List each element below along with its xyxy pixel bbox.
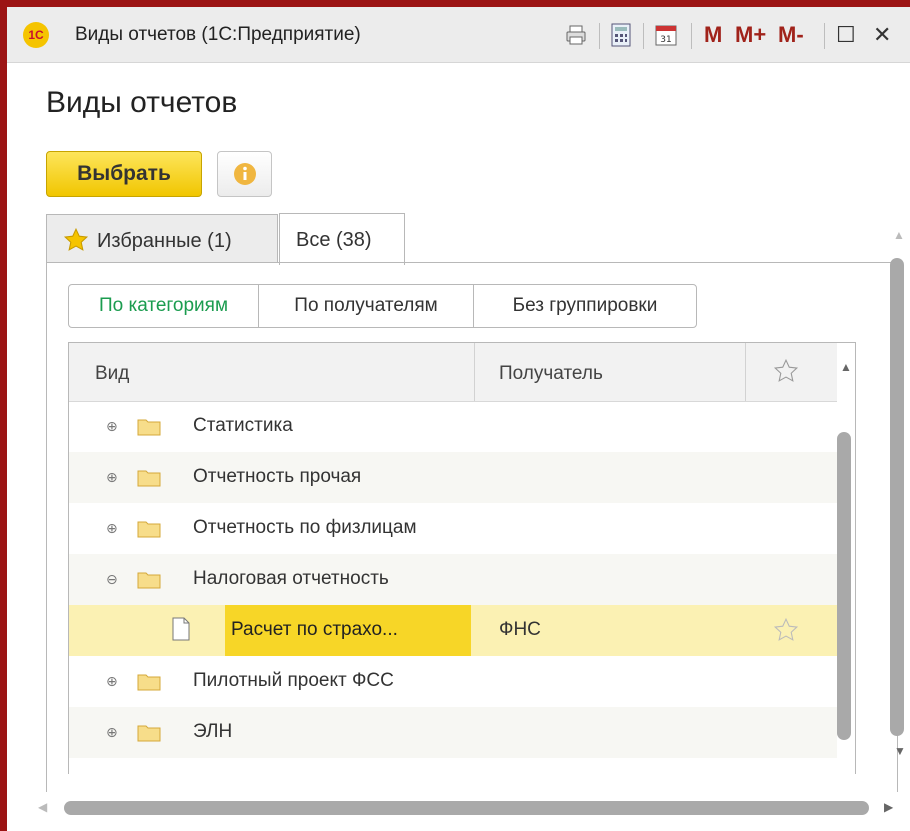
form-scroll-thumb[interactable] xyxy=(890,258,904,736)
title-bar: 1С Виды отчетов (1С:Предприятие) 31 M M+… xyxy=(7,7,910,63)
group-by-recipient[interactable]: По получателям xyxy=(258,284,474,328)
row-name: ЭЛН xyxy=(193,721,233,742)
table-row[interactable]: ⊕ Отчетность прочая xyxy=(69,452,837,503)
close-button[interactable]: ✕ xyxy=(873,21,891,49)
table-row[interactable]: ⊕ Отчетность по физлицам xyxy=(69,503,837,554)
table-row-selected[interactable]: Расчет по страхо... ФНС xyxy=(69,605,837,656)
current-cell[interactable]: Расчет по страхо... xyxy=(225,605,471,656)
expand-icon[interactable]: ⊕ xyxy=(106,673,118,690)
app-logo-icon: 1С xyxy=(23,22,49,48)
form-scroll-down-arrow-icon[interactable]: ▼ xyxy=(894,744,906,758)
print-icon[interactable] xyxy=(562,21,590,49)
favorite-star-icon[interactable] xyxy=(773,617,799,648)
form-title: Виды отчетов xyxy=(46,86,238,119)
group-by-category[interactable]: По категориям xyxy=(68,284,259,328)
expand-icon[interactable]: ⊕ xyxy=(106,520,118,537)
favorite-column-star-icon[interactable] xyxy=(773,358,799,389)
window-title: Виды отчетов (1С:Предприятие) xyxy=(75,24,361,45)
calendar-icon[interactable]: 31 xyxy=(652,21,680,49)
tab-all-label: Все (38) xyxy=(296,229,372,251)
memory-button[interactable]: M xyxy=(704,21,722,49)
reports-table: Вид Получатель ⊕ Статистика ⊕ Отчетность… xyxy=(68,342,856,774)
table-scroll-thumb[interactable] xyxy=(837,432,851,740)
info-button[interactable] xyxy=(217,151,272,197)
info-icon xyxy=(233,163,256,185)
collapse-icon[interactable]: ⊖ xyxy=(106,571,118,588)
row-recipient: ФНС xyxy=(499,619,541,640)
tab-all[interactable]: Все (38) xyxy=(279,213,405,265)
document-icon xyxy=(171,617,191,646)
tab-favorites[interactable]: Избранные (1) xyxy=(46,214,278,262)
memory-plus-button[interactable]: M+ xyxy=(735,21,766,49)
horizontal-scroll-thumb[interactable] xyxy=(64,801,869,815)
table-header: Вид Получатель xyxy=(69,343,837,402)
row-name: Отчетность по физлицам xyxy=(193,517,417,538)
table-row[interactable]: ⊕ ЭЛН xyxy=(69,707,837,758)
maximize-button[interactable]: ☐ xyxy=(836,21,856,49)
star-icon xyxy=(63,227,89,259)
scroll-up-arrow-icon[interactable]: ▲ xyxy=(840,360,852,374)
scroll-right-arrow-icon[interactable]: ▶ xyxy=(884,800,893,814)
folder-icon xyxy=(137,467,161,492)
svg-text:31: 31 xyxy=(660,35,671,45)
row-name: Пилотный проект ФСС xyxy=(193,670,394,691)
table-row[interactable]: ⊕ Статистика xyxy=(69,401,837,452)
folder-icon xyxy=(137,671,161,696)
select-button[interactable]: Выбрать xyxy=(46,151,202,197)
row-name: Расчет по страхо... xyxy=(231,619,398,640)
row-name: Отчетность прочая xyxy=(193,466,362,487)
folder-icon xyxy=(137,722,161,747)
table-row[interactable]: ⊕ Пилотный проект ФСС xyxy=(69,656,837,707)
group-none[interactable]: Без группировки xyxy=(473,284,697,328)
tab-favorites-label: Избранные (1) xyxy=(97,230,232,252)
row-name: Налоговая отчетность xyxy=(193,568,389,589)
row-name: Статистика xyxy=(193,415,293,436)
expand-icon[interactable]: ⊕ xyxy=(106,469,118,486)
column-kind[interactable]: Вид xyxy=(95,363,129,385)
memory-minus-button[interactable]: M- xyxy=(778,21,804,49)
calculator-icon[interactable] xyxy=(607,21,635,49)
scroll-left-arrow-icon[interactable]: ◀ xyxy=(38,800,47,814)
expand-icon[interactable]: ⊕ xyxy=(106,724,118,741)
folder-icon xyxy=(137,416,161,441)
folder-icon xyxy=(137,518,161,543)
folder-icon xyxy=(137,569,161,594)
table-row[interactable]: ⊖ Налоговая отчетность xyxy=(69,554,837,605)
column-recipient[interactable]: Получатель xyxy=(499,363,603,385)
form-scroll-up-arrow-icon[interactable]: ▲ xyxy=(893,228,905,242)
expand-icon[interactable]: ⊕ xyxy=(106,418,118,435)
